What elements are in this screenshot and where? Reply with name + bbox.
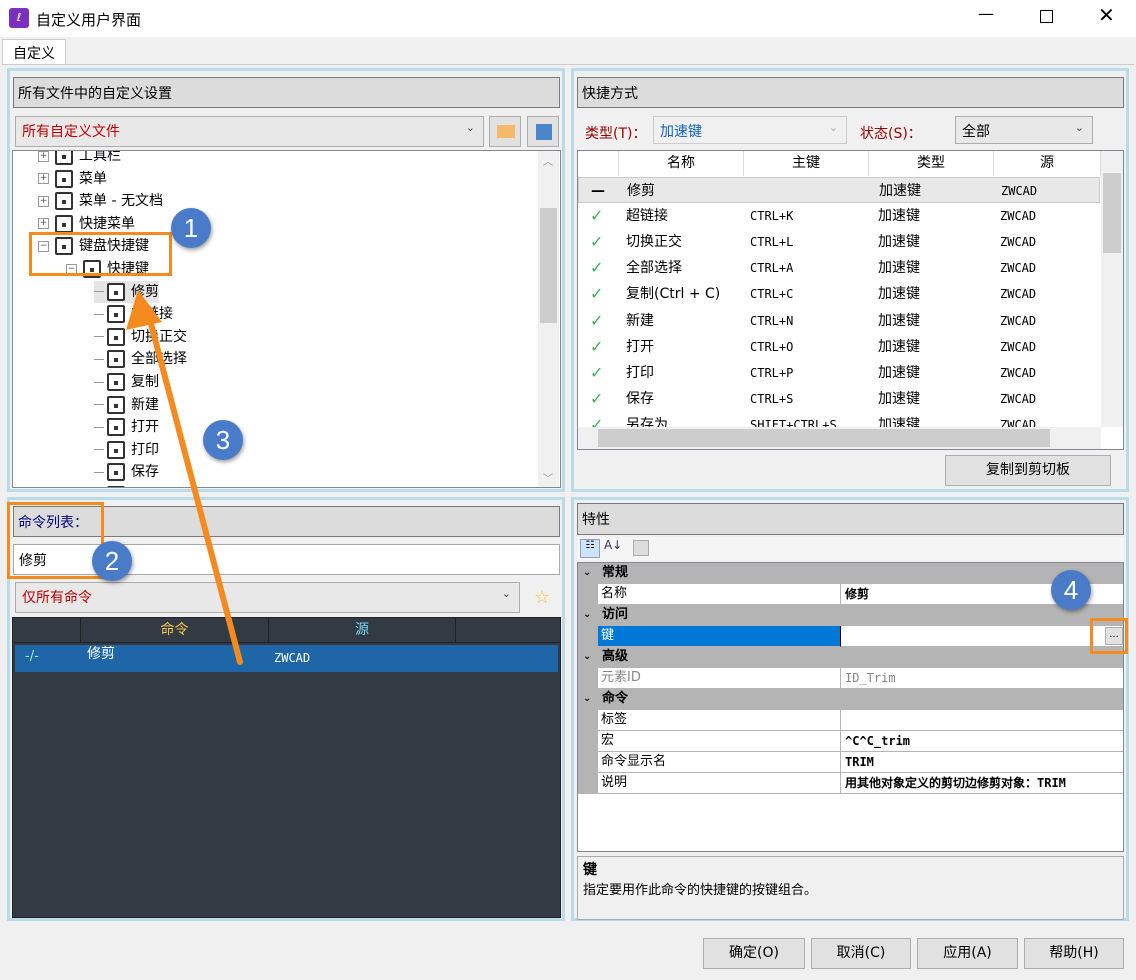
annotation-badge-3: 3 bbox=[203, 420, 243, 460]
annotation-badge-4: 4 bbox=[1051, 570, 1091, 610]
annotation-badge-1: 1 bbox=[171, 208, 211, 248]
annotation-badge-2: 2 bbox=[92, 541, 132, 581]
annotation-arrow bbox=[126, 290, 243, 665]
